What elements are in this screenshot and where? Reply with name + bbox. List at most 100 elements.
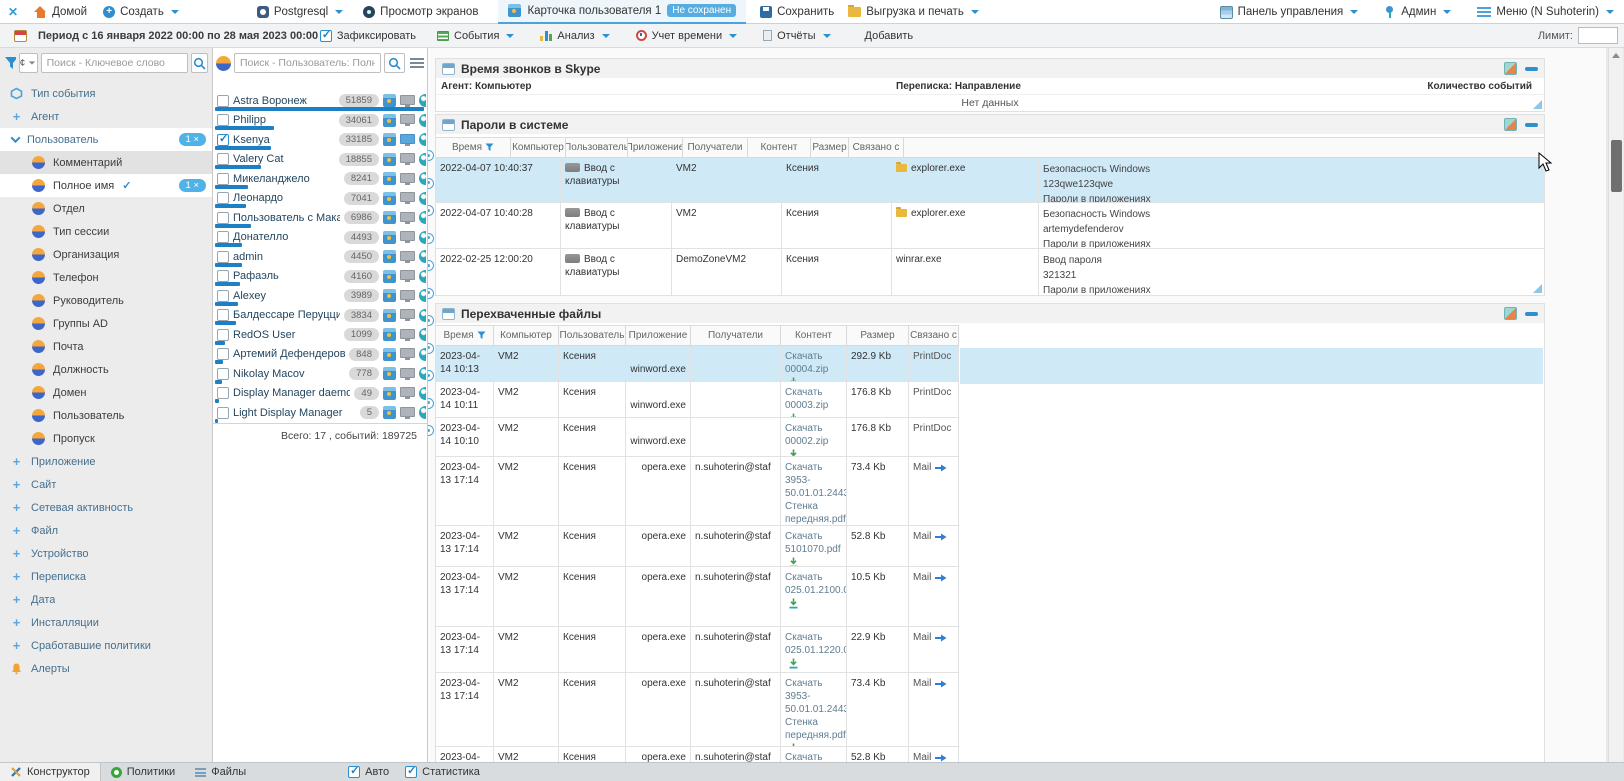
sidebar-item-6[interactable]: Тип сессии xyxy=(0,220,212,243)
auto-checkbox[interactable]: Авто xyxy=(348,766,389,778)
user-row[interactable]: Пользователь с Мака6986 xyxy=(213,208,427,228)
column-header[interactable]: Размер xyxy=(847,326,909,345)
user-settings-icon[interactable] xyxy=(419,94,426,107)
monitor-icon[interactable] xyxy=(400,212,415,222)
download-link-line[interactable]: Стенка xyxy=(785,500,842,513)
user-settings-icon[interactable] xyxy=(419,406,426,419)
download-link-line[interactable]: передняя.pdf xyxy=(785,729,842,742)
stats-checkbox[interactable]: Статистика xyxy=(405,766,480,778)
download-link-line[interactable]: Скачать xyxy=(785,386,842,399)
user-row[interactable]: Донателло4493 xyxy=(213,228,427,248)
keyword-search-input[interactable] xyxy=(41,53,188,73)
user-card-icon[interactable] xyxy=(383,231,396,244)
user-settings-icon[interactable] xyxy=(419,367,426,380)
checkbox-icon[interactable] xyxy=(217,192,229,204)
user-row[interactable]: Philipp34061 xyxy=(213,111,427,131)
sidebar-item-18[interactable]: +Сетевая активность xyxy=(0,496,212,519)
user-card-icon[interactable] xyxy=(383,387,396,400)
user-settings-icon[interactable] xyxy=(419,153,426,166)
checkbox-icon[interactable] xyxy=(217,231,229,243)
download-link-line[interactable]: Скачать 3953- xyxy=(785,461,842,487)
file-row[interactable]: 2023-04-13 17:14VM2Ксенияopera.exen.suho… xyxy=(436,526,958,567)
file-row[interactable]: 2023-04-14 10:11VM2Ксенияwinword.exeСкач… xyxy=(436,382,958,418)
list-menu-icon[interactable] xyxy=(410,58,424,68)
monitor-icon[interactable] xyxy=(400,290,415,300)
time-tracking-menu[interactable]: Учет времени xyxy=(636,30,738,42)
user-settings-icon[interactable] xyxy=(419,387,426,400)
file-row[interactable]: 2023-04-14 10:13VM2Ксенияwinword.exeСкач… xyxy=(436,346,958,382)
close-icon[interactable]: ✕ xyxy=(8,5,18,19)
checkbox-icon[interactable] xyxy=(217,114,229,126)
user-card-icon[interactable] xyxy=(383,153,396,166)
user-search-input[interactable] xyxy=(234,53,381,73)
user-row[interactable]: Display Manager daemon49 xyxy=(213,384,427,404)
checkbox-icon[interactable] xyxy=(217,309,229,321)
collapse-icon[interactable] xyxy=(1525,312,1538,316)
monitor-icon[interactable] xyxy=(400,192,415,202)
download-icon-line[interactable] xyxy=(785,742,842,746)
fix-checkbox[interactable]: Зафиксировать xyxy=(320,30,416,42)
password-row[interactable]: 2022-04-07 10:40:28Ввод с клавиатурыVM2К… xyxy=(436,203,1544,249)
constructor-button[interactable]: Конструктор xyxy=(0,763,101,781)
collapse-icon[interactable] xyxy=(1525,123,1538,127)
user-settings-icon[interactable] xyxy=(419,114,426,127)
column-header[interactable]: Время xyxy=(436,138,511,157)
scrollbar-thumb[interactable] xyxy=(1611,140,1622,192)
download-icon[interactable] xyxy=(788,743,799,746)
user-settings-icon[interactable] xyxy=(419,348,426,361)
sidebar-item-21[interactable]: +Переписка xyxy=(0,565,212,588)
checkbox-icon[interactable] xyxy=(217,251,229,263)
user-card-icon[interactable] xyxy=(383,367,396,380)
chart-toggle-icon[interactable] xyxy=(1504,307,1517,320)
file-row[interactable]: 2023-04-14 10:10VM2Ксенияwinword.exeСкач… xyxy=(436,418,958,457)
monitor-icon[interactable] xyxy=(400,329,415,339)
download-icon[interactable] xyxy=(788,377,799,381)
postgresql-menu[interactable]: Postgresql xyxy=(257,6,343,18)
download-icon-line[interactable] xyxy=(785,556,842,566)
user-row[interactable]: Леонардо7041 xyxy=(213,189,427,209)
column-header[interactable]: Компьютер xyxy=(511,138,566,157)
download-icon-line[interactable] xyxy=(785,597,842,610)
sidebar-item-10[interactable]: Группы AD xyxy=(0,312,212,335)
password-row[interactable]: 2022-04-07 10:40:37Ввод с клавиатурыVM2К… xyxy=(436,158,1544,203)
column-header[interactable]: Пользователь xyxy=(559,326,626,345)
user-settings-icon[interactable] xyxy=(419,172,426,185)
download-link-line[interactable]: 50.01.01.2443 xyxy=(785,703,842,716)
monitor-icon[interactable] xyxy=(400,251,415,261)
download-link-line[interactable]: 00002.zip xyxy=(785,435,842,456)
events-menu[interactable]: События xyxy=(437,30,514,42)
monitor-icon[interactable] xyxy=(400,153,415,163)
user-settings-icon[interactable] xyxy=(419,328,426,341)
home-button[interactable]: Домой xyxy=(34,6,87,18)
download-link-line[interactable]: Скачать 3953- xyxy=(785,677,842,703)
column-header[interactable]: Приложение xyxy=(628,138,683,157)
create-button[interactable]: +Создать xyxy=(103,6,179,18)
sidebar-item-5[interactable]: Отдел xyxy=(0,197,212,220)
files-button[interactable]: Файлы xyxy=(185,763,256,781)
user-settings-icon[interactable] xyxy=(419,192,426,205)
checkbox-icon[interactable] xyxy=(217,153,229,165)
sidebar-item-11[interactable]: Почта xyxy=(0,335,212,358)
user-row[interactable]: Рафаэль4160 xyxy=(213,267,427,287)
user-card-icon[interactable] xyxy=(383,114,396,127)
user-settings-icon[interactable] xyxy=(419,289,426,302)
column-header[interactable]: Контент xyxy=(781,326,847,345)
monitor-icon[interactable] xyxy=(400,387,415,397)
download-link-line[interactable]: 00004.zip xyxy=(785,363,842,381)
sidebar-item-9[interactable]: Руководитель xyxy=(0,289,212,312)
download-link-line[interactable]: передняя.pdf xyxy=(785,513,842,525)
scroll-up-button[interactable] xyxy=(1609,48,1623,63)
sidebar-item-20[interactable]: +Устройство xyxy=(0,542,212,565)
sidebar-item-22[interactable]: +Дата xyxy=(0,588,212,611)
download-icon-line[interactable] xyxy=(785,657,842,670)
control-panel-menu[interactable]: Панель управления xyxy=(1220,6,1359,19)
password-row[interactable]: 2022-02-25 12:00:20Ввод с клавиатурыDemo… xyxy=(436,249,1544,296)
vertical-scrollbar[interactable] xyxy=(1608,48,1623,762)
user-row[interactable]: Valery Cat18855 xyxy=(213,150,427,170)
user-card-icon[interactable] xyxy=(383,328,396,341)
download-icon[interactable] xyxy=(788,413,799,417)
sidebar-item-4[interactable]: Полное имя✓1 × xyxy=(0,174,212,197)
user-settings-icon[interactable] xyxy=(419,231,426,244)
user-row[interactable]: Микеланджело8241 xyxy=(213,169,427,189)
period-button[interactable]: Период с 16 января 2022 00:00 по 28 мая … xyxy=(14,30,318,42)
